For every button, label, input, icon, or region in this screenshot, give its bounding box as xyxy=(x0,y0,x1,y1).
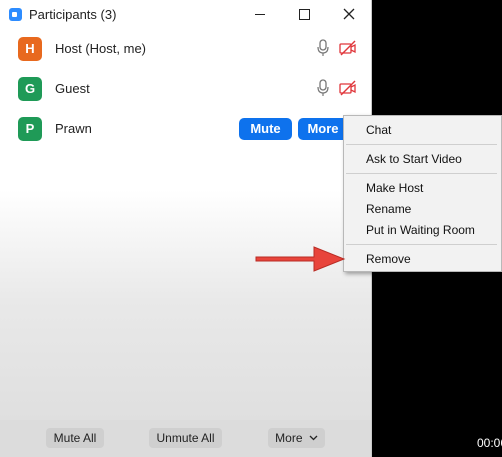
app-icon xyxy=(9,8,22,21)
annotation-arrow-icon xyxy=(255,246,346,272)
meeting-timer: 00:06 xyxy=(477,436,502,450)
unmute-all-button[interactable]: Unmute All xyxy=(149,428,222,448)
mute-all-button[interactable]: Mute All xyxy=(46,428,104,448)
mic-icon xyxy=(317,79,329,102)
mic-icon xyxy=(317,39,329,62)
participant-name: Host (Host, me) xyxy=(55,41,147,56)
more-footer-label: More xyxy=(275,431,303,445)
menu-item-rename[interactable]: Rename xyxy=(366,202,411,216)
menu-divider xyxy=(346,244,497,245)
more-footer-button[interactable]: More xyxy=(268,428,325,448)
menu-item-ask-to-start-video[interactable]: Ask to Start Video xyxy=(366,152,462,166)
video-off-icon xyxy=(339,80,357,101)
avatar: G xyxy=(18,77,42,101)
participant-name: Prawn xyxy=(55,121,92,136)
menu-item-chat[interactable]: Chat xyxy=(366,123,391,137)
chevron-down-icon xyxy=(309,435,318,441)
menu-item-make-host[interactable]: Make Host xyxy=(366,181,423,195)
participant-row-prawn[interactable]: P Prawn Mute More xyxy=(0,111,371,149)
menu-divider xyxy=(346,144,497,145)
participants-panel: Participants (3) H Host (Host, me) G Gue… xyxy=(0,0,372,457)
mute-button[interactable]: Mute xyxy=(239,118,292,140)
minimize-icon[interactable] xyxy=(246,3,274,25)
maximize-icon[interactable] xyxy=(290,3,318,25)
participant-name: Guest xyxy=(55,81,90,96)
participant-row-guest[interactable]: G Guest xyxy=(0,71,371,109)
video-off-icon xyxy=(339,40,357,61)
close-icon[interactable] xyxy=(335,3,363,25)
window-title: Participants (3) xyxy=(29,7,117,22)
title-bar[interactable]: Participants (3) xyxy=(0,0,371,30)
avatar: H xyxy=(18,37,42,61)
context-menu: Chat Ask to Start Video Make Host Rename… xyxy=(343,115,502,272)
footer-toolbar: Mute All Unmute All More xyxy=(0,420,371,457)
menu-item-remove[interactable]: Remove xyxy=(366,252,411,266)
participant-row-host[interactable]: H Host (Host, me) xyxy=(0,31,371,69)
more-button[interactable]: More xyxy=(298,118,348,140)
menu-divider xyxy=(346,173,497,174)
avatar: P xyxy=(18,117,42,141)
menu-item-put-in-waiting-room[interactable]: Put in Waiting Room xyxy=(366,223,475,237)
